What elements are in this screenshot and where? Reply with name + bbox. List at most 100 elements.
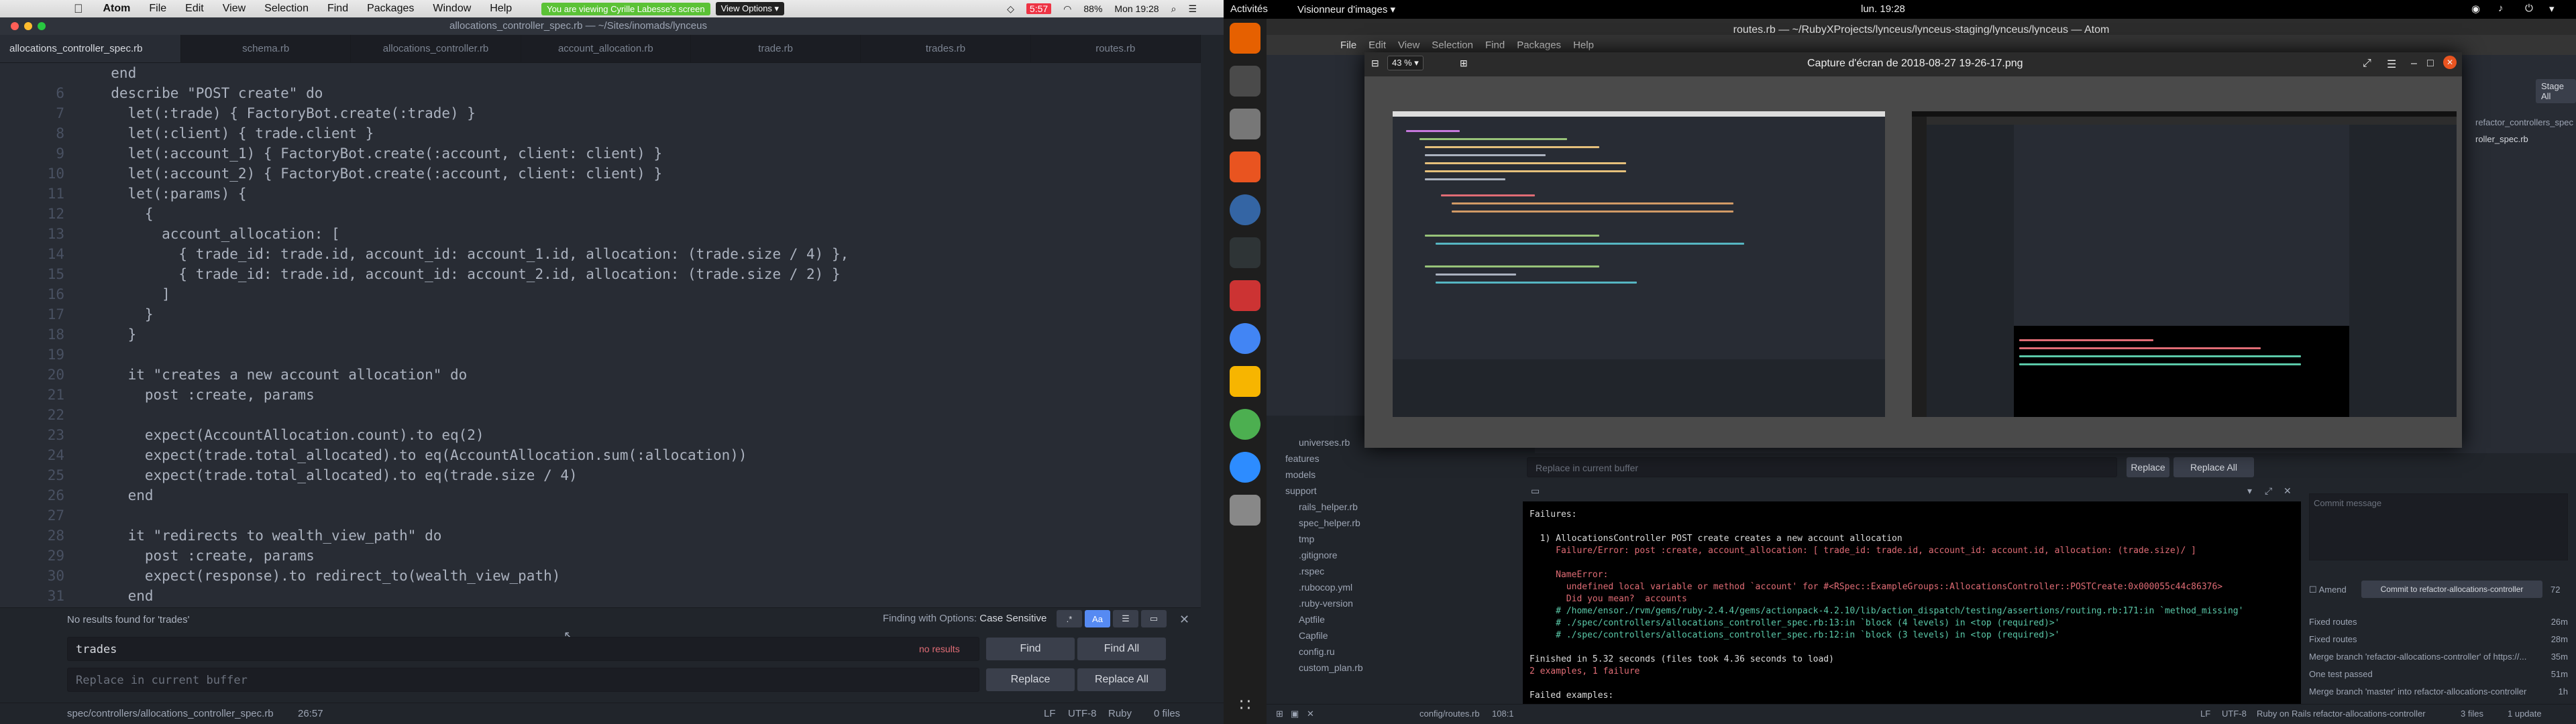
stage-all-button[interactable]: Stage All <box>2536 79 2576 103</box>
menu-view[interactable]: View <box>213 3 255 15</box>
terminal-maximize-icon[interactable]: ⤢ <box>2265 485 2272 497</box>
commit-item[interactable]: Fixed routes 26m <box>2309 617 2568 629</box>
menu2-edit[interactable]: Edit <box>1368 40 1386 51</box>
menu-packages[interactable]: Packages <box>358 3 423 15</box>
menu2-file[interactable]: File <box>1340 40 1356 51</box>
tree-item[interactable]: custom_plan.rb <box>1299 662 1363 673</box>
code-line[interactable]: 9 let(:account_1) { FactoryBot.create(:a… <box>0 143 1201 164</box>
help-icon[interactable] <box>1230 194 1260 225</box>
tree-item[interactable]: config.ru <box>1299 646 1335 657</box>
tree-item[interactable]: .rspec <box>1299 566 1324 577</box>
code-line[interactable]: 12 { <box>0 204 1201 224</box>
close-window-icon[interactable] <box>11 22 19 30</box>
commit-item[interactable]: Fixed routes 28m <box>2309 634 2568 646</box>
menu-selection[interactable]: Selection <box>255 3 318 15</box>
tree-item[interactable]: rails_helper.rb <box>1299 501 1358 512</box>
code-line[interactable]: 27 <box>0 505 1201 526</box>
terminal-panel[interactable]: ▭ ▾ ⤢ ✕ Failures: 1) AllocationsControll… <box>1523 483 2301 704</box>
tree-item[interactable]: .ruby-version <box>1299 598 1353 609</box>
viewer-expand-icon[interactable]: ⊞ <box>1460 58 1468 69</box>
status2-files[interactable]: 3 files <box>2461 709 2483 719</box>
find-all-button[interactable]: Find All <box>1077 638 1166 660</box>
status-encoding[interactable]: UTF-8 <box>1068 708 1097 719</box>
power-icon[interactable]: ⏻ <box>2525 3 2533 14</box>
code-line[interactable]: 17 } <box>0 304 1201 324</box>
code-line[interactable]: 15 { trade_id: trade.id, account_id: acc… <box>0 264 1201 284</box>
search-icon[interactable]: ⌕ <box>1171 3 1177 15</box>
menu2-help[interactable]: Help <box>1573 40 1594 51</box>
sublime-icon[interactable] <box>1230 366 1260 397</box>
status2-encoding[interactable]: UTF-8 <box>2222 709 2247 719</box>
viewer-maximize-icon[interactable]: □ <box>2427 58 2434 70</box>
app-menu-button[interactable]: Visionneur d'images ▾ <box>1297 3 1395 15</box>
menu-find[interactable]: Find <box>318 3 358 15</box>
code-line[interactable]: 26 end <box>0 485 1201 505</box>
editor-scrollbar[interactable] <box>1202 63 1224 607</box>
dropbox-icon[interactable]: ◇ <box>1007 3 1014 15</box>
code-line[interactable]: 6 describe "POST create" do <box>0 83 1201 103</box>
code-line[interactable]: 20 it "creates a new account allocation"… <box>0 365 1201 385</box>
network-icon[interactable]: ◉ <box>2471 3 2480 15</box>
replace-input-right[interactable]: Replace in current buffer <box>1527 457 2117 477</box>
zoom-level-select[interactable]: 43 % ▾ <box>1387 56 1424 70</box>
tab-allocations-controller-spec[interactable]: allocations_controller_spec.rb <box>0 35 181 62</box>
commit-item[interactable]: Merge branch 'refactor-allocations-contr… <box>2309 652 2568 664</box>
code-line[interactable]: 21 post :create, params <box>0 385 1201 405</box>
code-line[interactable]: 19 <box>0 345 1201 365</box>
code-line[interactable]: 28 it "redirects to wealth_view_path" do <box>0 526 1201 546</box>
status2-updates[interactable]: 1 update <box>2508 709 2542 719</box>
find-input[interactable]: trades <box>67 637 979 661</box>
viewer-close-icon[interactable]: ✕ <box>2443 56 2457 69</box>
commit-item[interactable]: Merge branch 'master' into refactor-allo… <box>2309 686 2568 699</box>
status2-file-path[interactable]: config/routes.rb <box>1419 709 1480 719</box>
tab-account-allocation[interactable]: account_allocation.rb <box>521 35 691 62</box>
replace-button[interactable]: Replace <box>986 668 1075 691</box>
code-line[interactable]: 25 expect(trade.total_allocated).to eq(t… <box>0 465 1201 485</box>
status2-branch[interactable]: refactor-allocations-controller <box>2313 709 2426 719</box>
tab-trades[interactable]: trades.rb <box>861 35 1031 62</box>
replace-input[interactable]: Replace in current buffer <box>67 668 979 692</box>
terminal-icon[interactable] <box>1230 237 1260 268</box>
unstaged-file-2[interactable]: roller_spec.rb <box>2475 134 2528 144</box>
viewer-collapse-icon[interactable]: ⊟ <box>1371 58 1379 69</box>
zoom-window-icon[interactable] <box>38 22 46 30</box>
code-line[interactable]: 10 let(:account_2) { FactoryBot.create(:… <box>0 164 1201 184</box>
minimize-window-icon[interactable] <box>24 22 32 30</box>
screenshot-icon[interactable] <box>1230 280 1260 311</box>
regex-toggle[interactable]: .* <box>1057 610 1082 627</box>
replace-all-button-right[interactable]: Replace All <box>2174 457 2254 477</box>
tree-item[interactable]: spec_helper.rb <box>1299 518 1360 528</box>
terminal-collapse-icon[interactable]: ▾ <box>2247 485 2252 497</box>
status-grammar[interactable]: Ruby <box>1108 708 1132 719</box>
status-file-path[interactable]: spec/controllers/allocations_controller_… <box>67 708 274 719</box>
code-line[interactable]: end <box>0 63 1201 83</box>
whole-word-toggle[interactable]: ▭ <box>1141 610 1167 627</box>
status2-grammar[interactable]: Ruby on Rails <box>2257 709 2311 719</box>
case-sensitive-toggle[interactable]: Aa <box>1085 610 1110 627</box>
menu-file[interactable]: File <box>140 3 176 15</box>
status2-cursor-position[interactable]: 108:1 <box>1492 709 1514 719</box>
image-viewer-icon[interactable] <box>1230 495 1260 526</box>
tree-item[interactable]: features <box>1285 453 1320 464</box>
menu-help[interactable]: Help <box>480 3 521 15</box>
code-line[interactable]: 16 ] <box>0 284 1201 304</box>
code-editor[interactable]: end 6 describe "POST create" do 7 let(:tra… <box>0 63 1201 607</box>
wifi-icon[interactable]: ◠ <box>1063 3 1071 15</box>
status2-add-icon[interactable]: ⊞ <box>1276 709 1283 719</box>
menu-list-icon[interactable]: ☰ <box>1188 3 1197 15</box>
viewer-canvas[interactable] <box>1364 76 2462 448</box>
status-cursor-position[interactable]: 26:57 <box>298 708 323 719</box>
viewer-minimize-icon[interactable]: ‒ <box>2411 58 2417 70</box>
share-view-options-button[interactable]: View Options ▾ <box>715 2 785 15</box>
software-center-icon[interactable] <box>1230 152 1260 182</box>
find-button[interactable]: Find <box>986 638 1075 660</box>
menu-edit[interactable]: Edit <box>176 3 213 15</box>
chrome-icon[interactable] <box>1230 323 1260 354</box>
show-apps-icon[interactable]: ∷ <box>1230 689 1260 720</box>
tree-item[interactable]: support <box>1285 485 1317 496</box>
fullscreen-icon[interactable]: ⤢ <box>2363 58 2371 70</box>
terminal-tab-icon[interactable]: ▭ <box>1531 485 1540 497</box>
gnome-clock[interactable]: lun. 19:28 <box>1861 3 1905 15</box>
viewer-menu-icon[interactable]: ☰ <box>2387 58 2396 71</box>
code-line[interactable]: 31 end <box>0 586 1201 606</box>
